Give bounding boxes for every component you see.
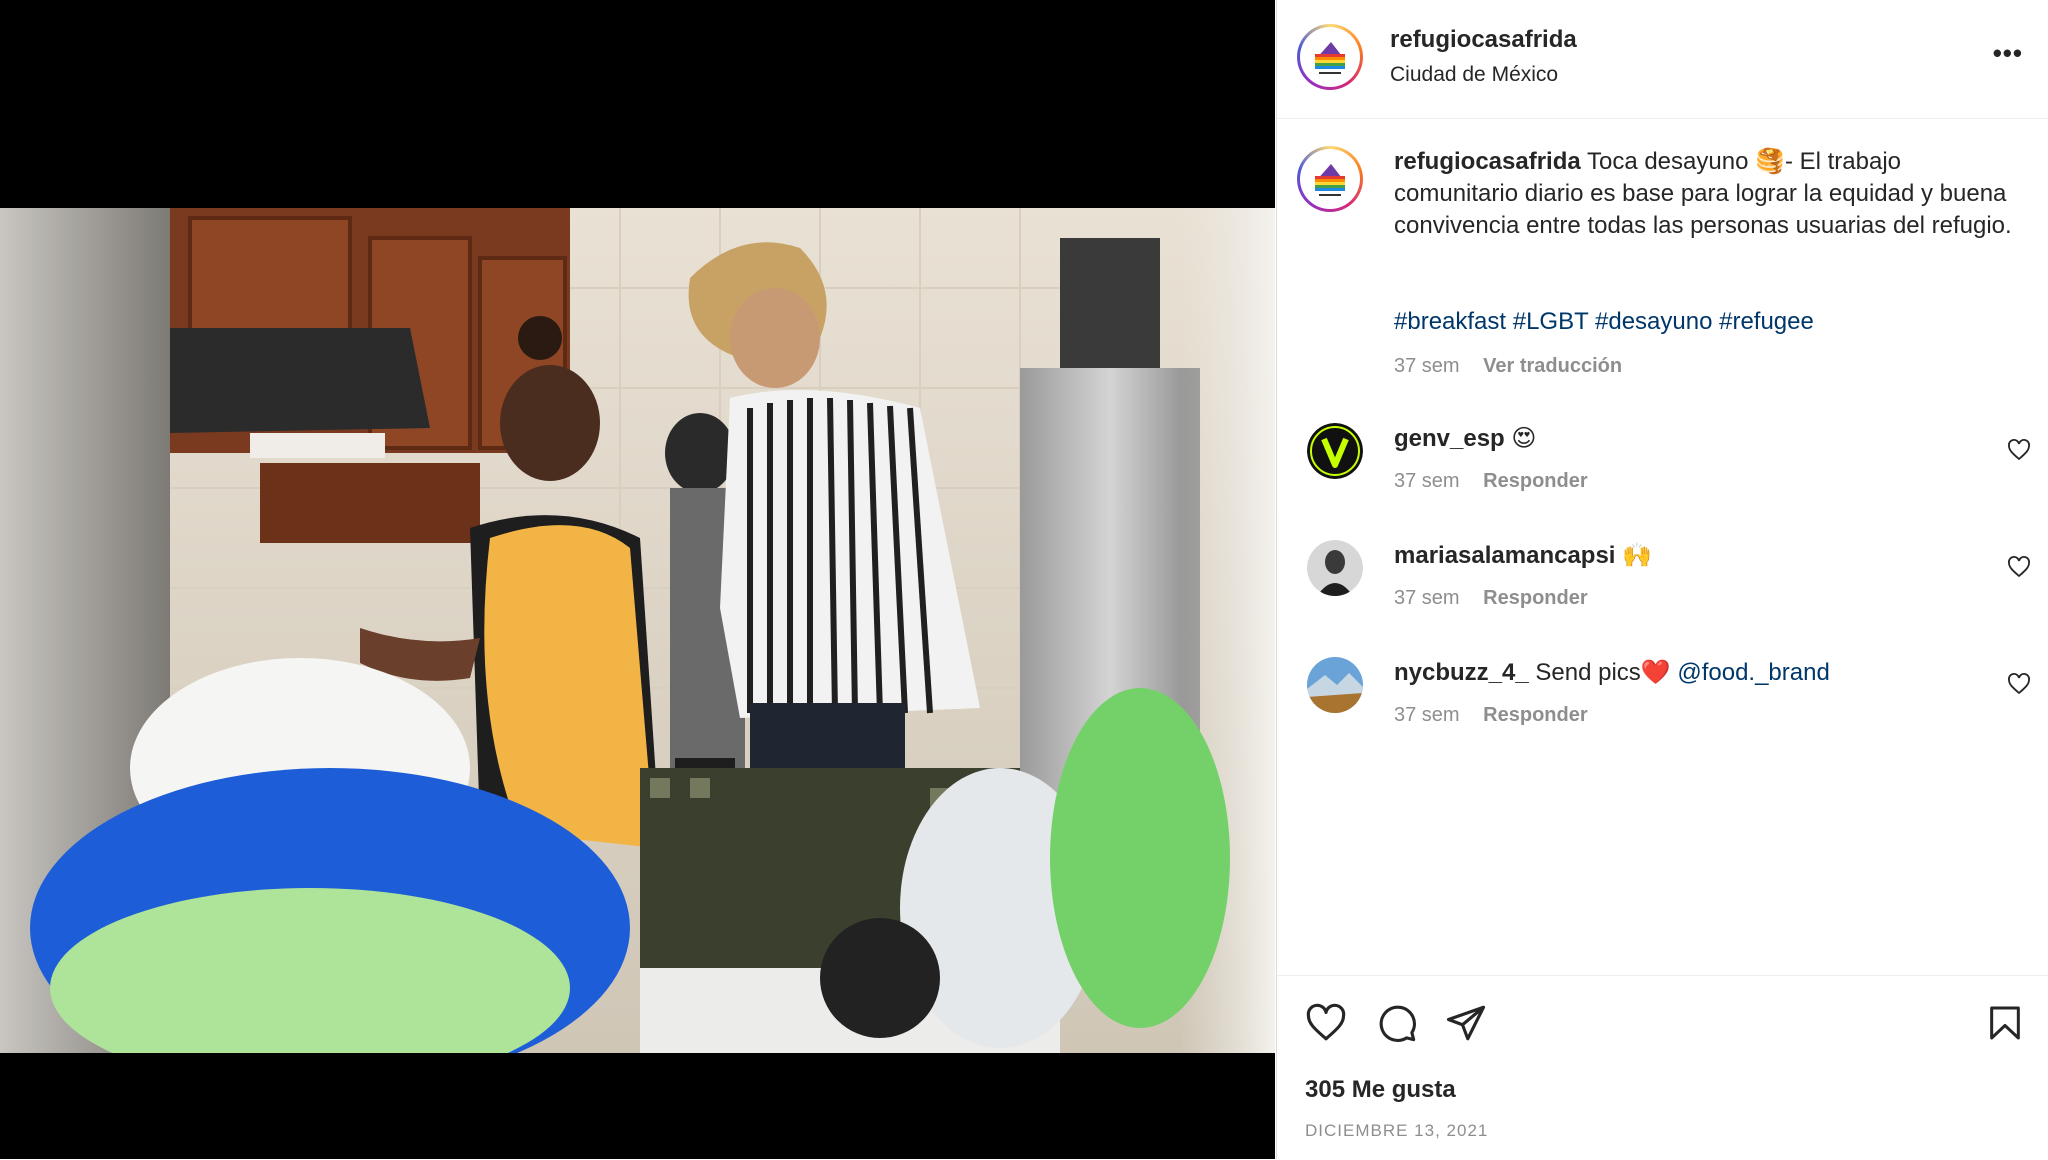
comment-body: nycbuzz_4_ Send pics❤️ @food._brand — [1394, 658, 1830, 687]
post-media[interactable] — [0, 0, 1275, 1159]
post-date[interactable]: DICIEMBRE 13, 2021 — [1305, 1121, 1488, 1141]
reply-button[interactable]: Responder — [1483, 587, 1587, 609]
post-photo[interactable] — [0, 208, 1275, 1053]
comment-text: 😍 — [1511, 425, 1537, 452]
comment-text: Send pics❤️ — [1535, 659, 1671, 686]
comment-text: 🙌 — [1622, 542, 1653, 569]
comment-like-heart-icon[interactable] — [2007, 555, 2031, 579]
comment-meta: 37 sem Responder — [1394, 704, 1588, 727]
casa-frida-logo-icon — [1303, 152, 1357, 206]
comment-mention-link[interactable]: @food._brand — [1677, 659, 1829, 686]
bookmark-icon[interactable] — [1985, 1002, 2025, 1044]
translate-link[interactable]: Ver traducción — [1483, 355, 1622, 377]
send-icon[interactable] — [1445, 1002, 1487, 1044]
heart-icon[interactable] — [1305, 1002, 1347, 1044]
comment-item: nycbuzz_4_ Send pics❤️ @food._brand 37 s… — [1277, 654, 2048, 764]
reply-button[interactable]: Responder — [1483, 704, 1587, 726]
post-caption: refugiocasafrida Toca desayuno 🥞- El tra… — [1394, 146, 2014, 242]
comment-meta: 37 sem Responder — [1394, 470, 1588, 493]
user-photo-icon — [1307, 540, 1363, 596]
comment-avatar[interactable] — [1307, 657, 1363, 713]
genv-logo-icon — [1307, 423, 1363, 479]
comment-body: genv_esp 😍 — [1394, 424, 1536, 453]
casa-frida-logo-icon — [1303, 30, 1357, 84]
comment-icon[interactable] — [1376, 1002, 1418, 1044]
comment-meta: 37 sem Responder — [1394, 587, 1588, 610]
post-location[interactable]: Ciudad de México — [1390, 63, 1558, 87]
comment-avatar[interactable] — [1307, 423, 1363, 479]
caption-hashtags[interactable]: #breakfast #LGBT #desayuno #refugee — [1394, 308, 1814, 336]
comment-item: genv_esp 😍 37 sem Responder — [1277, 420, 2048, 530]
comment-avatar[interactable] — [1307, 540, 1363, 596]
author-username[interactable]: refugiocasafrida — [1390, 26, 1577, 54]
reply-button[interactable]: Responder — [1483, 470, 1587, 492]
post-sidebar: refugiocasafrida Ciudad de México ••• re… — [1276, 0, 2048, 1159]
post-header: refugiocasafrida Ciudad de México ••• — [1277, 0, 2048, 119]
caption-meta: 37 sem Ver traducción — [1394, 355, 1622, 378]
caption-time[interactable]: 37 sem — [1394, 355, 1460, 377]
comment-time[interactable]: 37 sem — [1394, 587, 1460, 609]
comment-time[interactable]: 37 sem — [1394, 704, 1460, 726]
comment-like-heart-icon[interactable] — [2007, 672, 2031, 696]
comment-time[interactable]: 37 sem — [1394, 470, 1460, 492]
comment-like-heart-icon[interactable] — [2007, 438, 2031, 462]
comment-username[interactable]: genv_esp — [1394, 425, 1505, 452]
kitchen-photo — [0, 208, 1275, 1053]
caption-author-avatar[interactable] — [1297, 146, 1363, 212]
more-icon[interactable]: ••• — [1993, 38, 2023, 69]
comment-body: mariasalamancapsi 🙌 — [1394, 541, 1652, 570]
caption-username[interactable]: refugiocasafrida — [1394, 148, 1581, 175]
comment-item: mariasalamancapsi 🙌 37 sem Responder — [1277, 537, 2048, 647]
landscape-photo-icon — [1307, 657, 1363, 713]
author-avatar[interactable] — [1297, 24, 1363, 90]
comment-username[interactable]: nycbuzz_4_ — [1394, 659, 1529, 686]
likes-count[interactable]: 305 Me gusta — [1305, 1076, 1456, 1104]
comment-username[interactable]: mariasalamancapsi — [1394, 542, 1615, 569]
